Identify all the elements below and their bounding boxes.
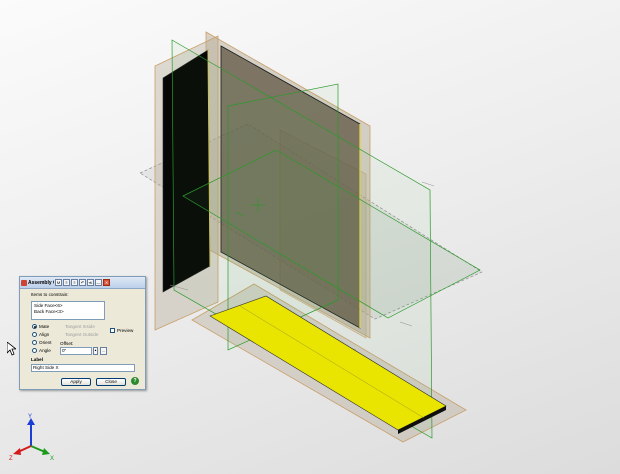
option-align[interactable]: Align [32,332,49,337]
x-arrow-head [42,448,50,455]
offset-browse-button[interactable]: … [100,347,107,355]
orient-radio[interactable] [32,340,37,345]
list-icon[interactable]: ≡ [63,279,70,286]
list-item[interactable]: Back Face<3> [34,309,102,315]
mate-radio[interactable] [32,324,37,329]
undo-icon[interactable]: ↶ [79,279,86,286]
tangent-inside-option[interactable]: Tangent Inside [65,324,95,329]
z-label: Z [9,456,13,462]
view-triad: Y X Z [9,414,54,462]
offset-field[interactable]: 0" [60,347,92,355]
tangent-outside-option[interactable]: Tangent Outside [65,332,98,337]
mouse-cursor-icon [7,342,16,356]
offset-spinner[interactable]: ▲ [93,347,98,355]
x-axis-arrow [30,445,46,453]
orient-label: Orient [39,340,52,345]
minimize-icon[interactable]: — [95,279,102,286]
assembly-constraint-dialog: Assembly Co... M ≡ ≡ ↶ ≪ — ✕ Items to co… [19,276,146,390]
option-angle[interactable]: Angle [32,348,51,353]
angle-label: Angle [39,348,51,353]
apply-button[interactable]: Apply [61,378,91,386]
offset-label: Offset: [60,341,74,346]
align-label: Align [39,332,50,337]
preview-label: Preview [117,328,134,333]
mate-toolbar-button[interactable]: M [55,279,62,286]
dialog-title: Assembly Co... [28,279,54,286]
align-radio[interactable] [32,332,37,337]
mate-label: Mate [39,324,50,329]
cad-viewport[interactable] [0,0,620,474]
close-button[interactable]: Close [96,378,126,386]
option-mate[interactable]: Mate [32,324,49,329]
angle-radio[interactable] [32,348,37,353]
option-orient[interactable]: Orient [32,340,52,345]
collapse-icon[interactable]: ≪ [87,279,94,286]
app-icon [21,279,27,286]
preview-checkbox[interactable] [110,328,115,333]
label-field[interactable]: Right Side X [31,364,135,372]
items-to-constrain-label: Items to constrain: [31,292,69,297]
close-icon[interactable]: ✕ [103,279,110,286]
z-arrow-head [13,448,21,455]
help-icon[interactable]: ? [131,377,139,385]
preview-checkbox-row[interactable]: Preview [110,328,133,333]
items-list[interactable]: Side Face<6> Back Face<3> [31,301,105,320]
options-icon[interactable]: ≡ [71,279,78,286]
dialog-title-bar[interactable]: Assembly Co... M ≡ ≡ ↶ ≪ — ✕ [20,277,145,289]
label-heading: Label [31,357,43,362]
y-label: Y [28,414,32,420]
x-label: X [50,456,54,462]
